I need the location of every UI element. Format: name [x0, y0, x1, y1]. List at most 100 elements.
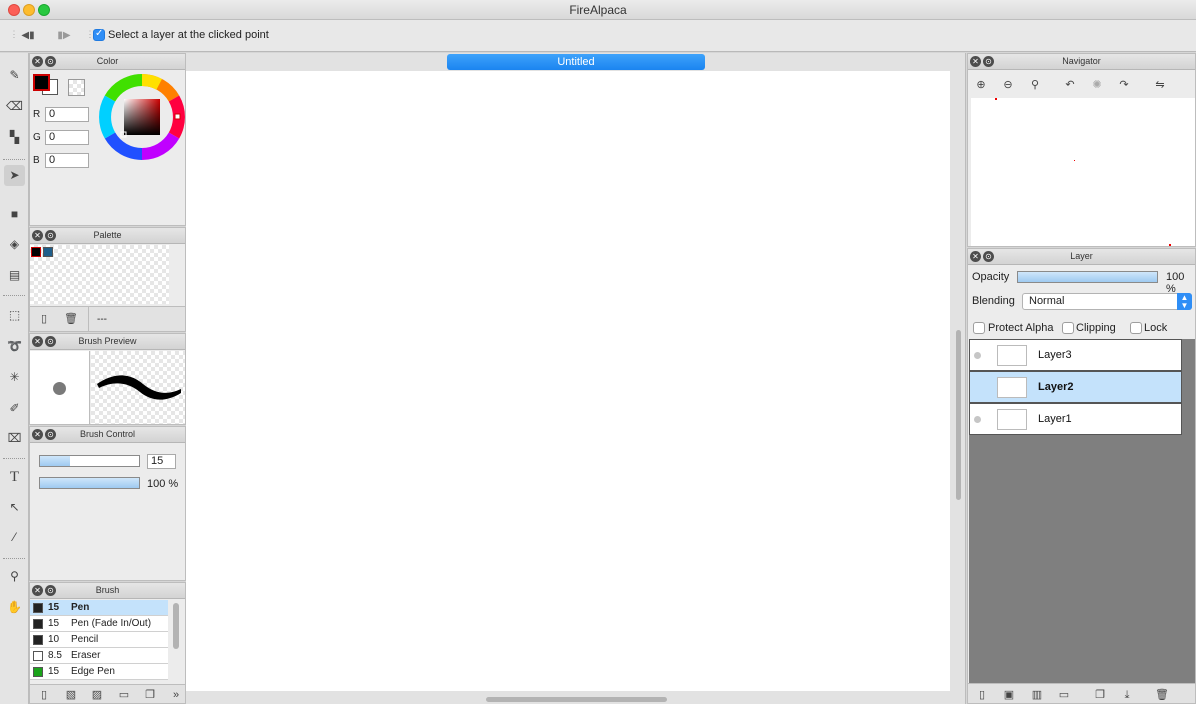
brush-duplicate-icon[interactable]: ❐ [142, 687, 158, 703]
palette-swatch[interactable] [31, 247, 41, 257]
brush-stroke-preview [91, 351, 185, 424]
brush-dot [53, 382, 66, 395]
layer-opacity-slider[interactable] [1017, 271, 1158, 283]
move-tool-icon[interactable]: ➤ [4, 165, 25, 186]
text-tool-icon[interactable]: T [4, 467, 25, 488]
bucket-tool-icon[interactable]: ◈ [4, 234, 25, 255]
clipping-label: Clipping [1076, 322, 1116, 334]
visibility-icon[interactable] [974, 416, 981, 423]
protect-alpha-checkbox[interactable] [973, 322, 985, 334]
layer-row[interactable]: Layer2 [969, 371, 1182, 403]
new-folder-icon[interactable]: ▭ [1056, 687, 1072, 703]
dot-tool-icon[interactable]: ▚ [4, 127, 25, 148]
blending-label: Blending [972, 295, 1015, 307]
brush-size-input[interactable]: 15 [147, 454, 176, 469]
panel-title: Brush [95, 585, 120, 595]
select-layer-label: Select a layer at the clicked point [108, 29, 269, 41]
reset-rotation-icon[interactable]: ✺ [1089, 77, 1105, 93]
tool-separator [3, 458, 25, 459]
lock-checkbox[interactable] [1130, 322, 1142, 334]
brush-item-pen[interactable]: 15 Pen [30, 600, 168, 616]
layer-row[interactable]: Layer1 [969, 403, 1182, 435]
b-value-input[interactable]: 0 [45, 153, 89, 168]
step-back-icon[interactable]: ◀▮ [20, 28, 36, 44]
tool-separator [3, 159, 25, 160]
palette-swatch[interactable] [43, 247, 53, 257]
select-pen-tool-icon[interactable]: ✐ [4, 398, 25, 419]
new-palette-icon[interactable]: ▯ [36, 311, 52, 327]
navigator-preview[interactable] [971, 98, 1195, 246]
clipping-checkbox[interactable] [1062, 322, 1074, 334]
layer-footer: ▯ ▣ ▥ ▭ ❐ ⤓ 🗑 [968, 683, 1195, 703]
brush-size-fill [40, 456, 70, 466]
lock-label: Lock [1144, 322, 1168, 334]
canvas-vertical-scrollbar[interactable] [956, 330, 961, 500]
b-label: B [33, 155, 40, 166]
navigator-panel: ✕ ⊙ Navigator ⊕ ⊖ ⚲ ↶ ✺ ↷ ⇋ [967, 53, 1196, 247]
duplicate-layer-icon[interactable]: ❐ [1092, 687, 1108, 703]
magic-wand-tool-icon[interactable]: ✳ [4, 367, 25, 388]
flip-horizontal-icon[interactable]: ⇋ [1152, 77, 1168, 93]
brush-size-slider[interactable] [39, 455, 140, 467]
palette-footer: ▯ 🗑 --- [30, 306, 185, 331]
delete-palette-icon[interactable]: 🗑 [63, 311, 79, 327]
layer-name: Layer2 [1038, 381, 1074, 393]
brush-name: Pen [71, 602, 90, 613]
new-layer-icon[interactable]: ▯ [974, 687, 990, 703]
visibility-icon[interactable] [974, 352, 981, 359]
rect-select-tool-icon[interactable]: ⬚ [4, 305, 25, 326]
brush-settings-icon[interactable]: ▧ [63, 687, 79, 703]
operation-tool-icon[interactable]: ↖ [4, 497, 25, 518]
more-icon[interactable]: » [168, 687, 184, 703]
eyedropper-tool-icon[interactable]: ⚲ [4, 566, 25, 587]
select-eraser-tool-icon[interactable]: ⌧ [4, 428, 25, 449]
pen-tool-icon[interactable]: ✎ [4, 65, 25, 86]
brush-color-swatch [33, 667, 43, 677]
layer-row[interactable]: Layer3 [969, 339, 1182, 371]
gradient-tool-icon[interactable]: ▤ [4, 265, 25, 286]
brush-item-edge-pen[interactable]: 15 Edge Pen [30, 664, 168, 680]
new-1bit-layer-icon[interactable]: ▥ [1029, 687, 1045, 703]
rotate-right-icon[interactable]: ↷ [1116, 77, 1132, 93]
zoom-fit-icon[interactable]: ⚲ [1027, 77, 1043, 93]
layer-name: Layer1 [1038, 413, 1072, 425]
select-layer-checkbox[interactable] [93, 28, 105, 41]
zoom-in-icon[interactable]: ⊕ [973, 77, 989, 93]
hand-tool-icon[interactable]: ✋ [4, 597, 25, 618]
divide-tool-icon[interactable]: ⁄ [4, 527, 25, 548]
r-value-input[interactable]: 0 [45, 107, 89, 122]
document-tab[interactable]: Untitled [447, 54, 705, 70]
brush-import-icon[interactable]: ▨ [89, 687, 105, 703]
delete-layer-icon[interactable]: 🗑 [1154, 687, 1170, 703]
brush-panel-header: ✕ ⊙ Brush [30, 583, 185, 599]
lasso-tool-icon[interactable]: ➰ [4, 336, 25, 357]
blending-select[interactable]: Normal ▲ ▼ [1022, 293, 1192, 310]
brush-item-eraser[interactable]: 8.5 Eraser [30, 648, 168, 664]
foreground-color-swatch[interactable] [33, 74, 50, 91]
merge-down-icon[interactable]: ⤓ [1119, 687, 1135, 703]
brush-item-pencil[interactable]: 10 Pencil [30, 632, 168, 648]
tool-strip: ✎ ⌫ ▚ ➤ ■ ◈ ▤ ⬚ ➰ ✳ ✐ ⌧ T ↖ ⁄ ⚲ ✋ [0, 53, 29, 704]
brush-list-scrollbar[interactable] [173, 603, 179, 649]
zoom-out-icon[interactable]: ⊖ [1000, 77, 1016, 93]
palette-panel: ✕ ⊙ Palette ▯ 🗑 --- [29, 227, 186, 332]
brush-item-pen-fade[interactable]: 15 Pen (Fade In/Out) [30, 616, 168, 632]
color-wheel[interactable] [98, 73, 186, 161]
step-forward-icon[interactable]: ▮▶ [56, 28, 72, 44]
tool-separator [3, 558, 25, 559]
drawing-canvas[interactable] [186, 71, 950, 691]
new-brush-icon[interactable]: ▯ [36, 687, 52, 703]
brush-color-swatch [33, 635, 43, 645]
rotate-left-icon[interactable]: ↶ [1062, 77, 1078, 93]
eraser-tool-icon[interactable]: ⌫ [4, 96, 25, 117]
brush-opacity-slider[interactable] [39, 477, 140, 489]
brush-folder-icon[interactable]: ▭ [116, 687, 132, 703]
new-8bit-layer-icon[interactable]: ▣ [1001, 687, 1017, 703]
fill-rect-tool-icon[interactable]: ■ [4, 204, 25, 225]
g-value-input[interactable]: 0 [45, 130, 89, 145]
chevron-updown-icon: ▲ ▼ [1177, 293, 1192, 310]
transparent-color-swatch[interactable] [68, 79, 85, 96]
brush-size: 15 [48, 618, 60, 629]
canvas-horizontal-scrollbar[interactable] [486, 697, 667, 702]
panel-title: Brush Preview [78, 336, 137, 346]
